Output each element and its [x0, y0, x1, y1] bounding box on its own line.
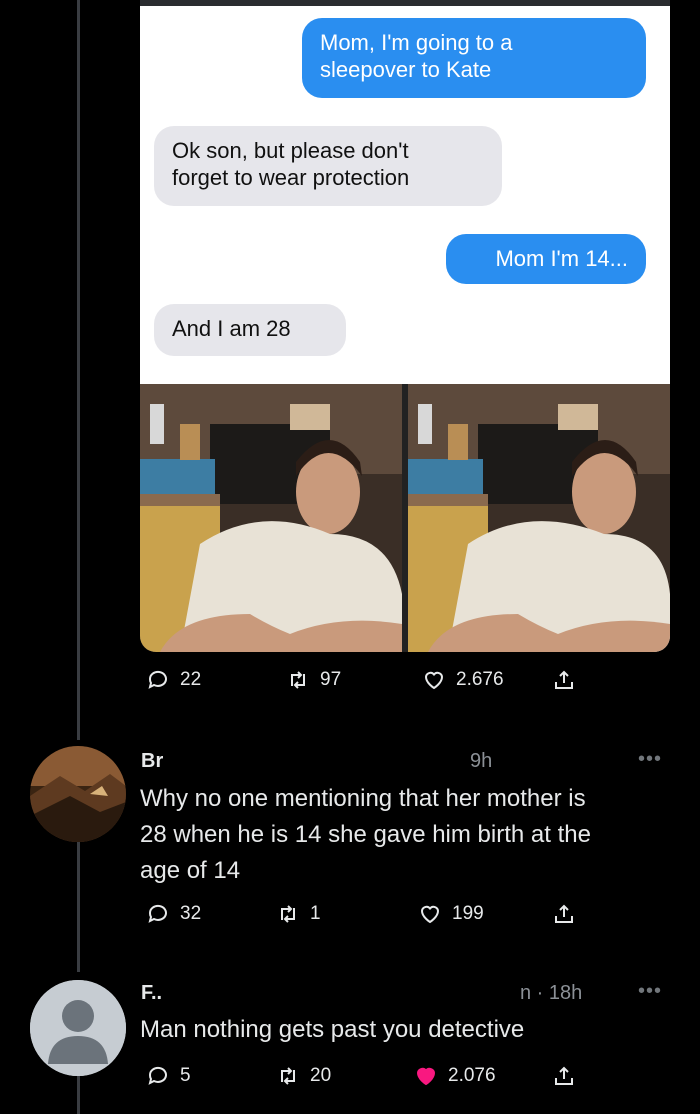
like-button[interactable]: 2.676 — [422, 668, 504, 692]
chat-text: Mom, I'm going to a sleepover to Kate — [320, 30, 513, 82]
like-count: 2.076 — [448, 1065, 496, 1086]
reply-actions: 5 20 2.076 — [0, 1064, 700, 1094]
post-image[interactable]: Mom, I'm going to a sleepover to Kate Ok… — [140, 6, 670, 652]
chat-message-received-1: Ok son, but please don't forget to wear … — [154, 126, 502, 206]
chat-message-received-2: And I am 28 — [154, 304, 346, 356]
reply-icon — [148, 670, 167, 689]
share-icon — [555, 1066, 573, 1085]
reaction-frame-right — [408, 384, 670, 652]
retweet-count: 97 — [320, 669, 342, 690]
chat-text: Mom I'm 14... — [495, 246, 628, 271]
like-icon — [416, 1067, 436, 1086]
avatar[interactable] — [30, 980, 126, 1076]
reply-count: 22 — [180, 669, 202, 690]
avatar[interactable] — [30, 746, 126, 842]
reply-text: Man nothing gets past you detective — [140, 1016, 525, 1043]
reply-text: Why no one mentioning that her mother is… — [140, 781, 680, 889]
reaction-frames — [140, 384, 670, 652]
more-icon[interactable]: ••• — [638, 980, 662, 1003]
reply-actions: 32 1 199 — [0, 902, 700, 932]
chat-message-sent-2: Mom I'm 14... — [446, 234, 646, 284]
retweet-count: 1 — [310, 903, 321, 924]
like-count: 199 — [452, 903, 484, 924]
reply-author-name[interactable]: Br — [141, 750, 163, 773]
reply-text-line: age of 14 — [140, 857, 241, 884]
reply-author-name[interactable]: F.. — [141, 982, 162, 1005]
more-icon[interactable]: ••• — [638, 748, 662, 771]
reply-text-line: Why no one mentioning that her mother is — [140, 785, 586, 812]
reply-icon — [148, 1066, 167, 1085]
share-icon — [555, 670, 573, 689]
chat-text: Ok son, but please don't forget to wear … — [172, 138, 410, 190]
reply-button[interactable]: 32 — [146, 902, 201, 926]
reply-count: 5 — [180, 1065, 191, 1086]
thread-line-top — [77, 0, 80, 740]
retweet-count: 20 — [310, 1065, 332, 1086]
like-icon — [420, 905, 440, 924]
share-button[interactable] — [552, 902, 576, 926]
like-count: 2.676 — [456, 669, 504, 690]
reply-timestamp[interactable]: 9h — [470, 750, 492, 773]
retweet-button[interactable]: 1 — [276, 902, 321, 926]
post-actions: 22 97 2.676 — [0, 668, 700, 698]
reply-count: 32 — [180, 903, 202, 924]
retweet-icon — [291, 671, 305, 689]
chat-text: And I am 28 — [172, 316, 291, 341]
share-button[interactable] — [552, 668, 576, 692]
reply-text-line: 28 when he is 14 she gave him birth at t… — [140, 821, 591, 848]
reply-button[interactable]: 22 — [146, 668, 201, 692]
reply-icon — [148, 904, 167, 923]
reaction-frame-left — [140, 384, 402, 652]
chat-message-sent-1: Mom, I'm going to a sleepover to Kate — [302, 18, 646, 98]
retweet-icon — [281, 905, 295, 923]
like-icon — [424, 671, 444, 690]
share-button[interactable] — [552, 1064, 576, 1088]
reply-button[interactable]: 5 — [146, 1064, 191, 1088]
chat-screenshot: Mom, I'm going to a sleepover to Kate Ok… — [140, 6, 670, 384]
share-icon — [555, 904, 573, 923]
retweet-button[interactable]: 20 — [276, 1064, 331, 1088]
reply-timestamp[interactable]: n · 18h — [520, 982, 582, 1005]
like-button[interactable]: 2.076 — [414, 1064, 496, 1088]
retweet-icon — [281, 1067, 295, 1085]
like-button[interactable]: 199 — [418, 902, 484, 926]
retweet-button[interactable]: 97 — [286, 668, 341, 692]
